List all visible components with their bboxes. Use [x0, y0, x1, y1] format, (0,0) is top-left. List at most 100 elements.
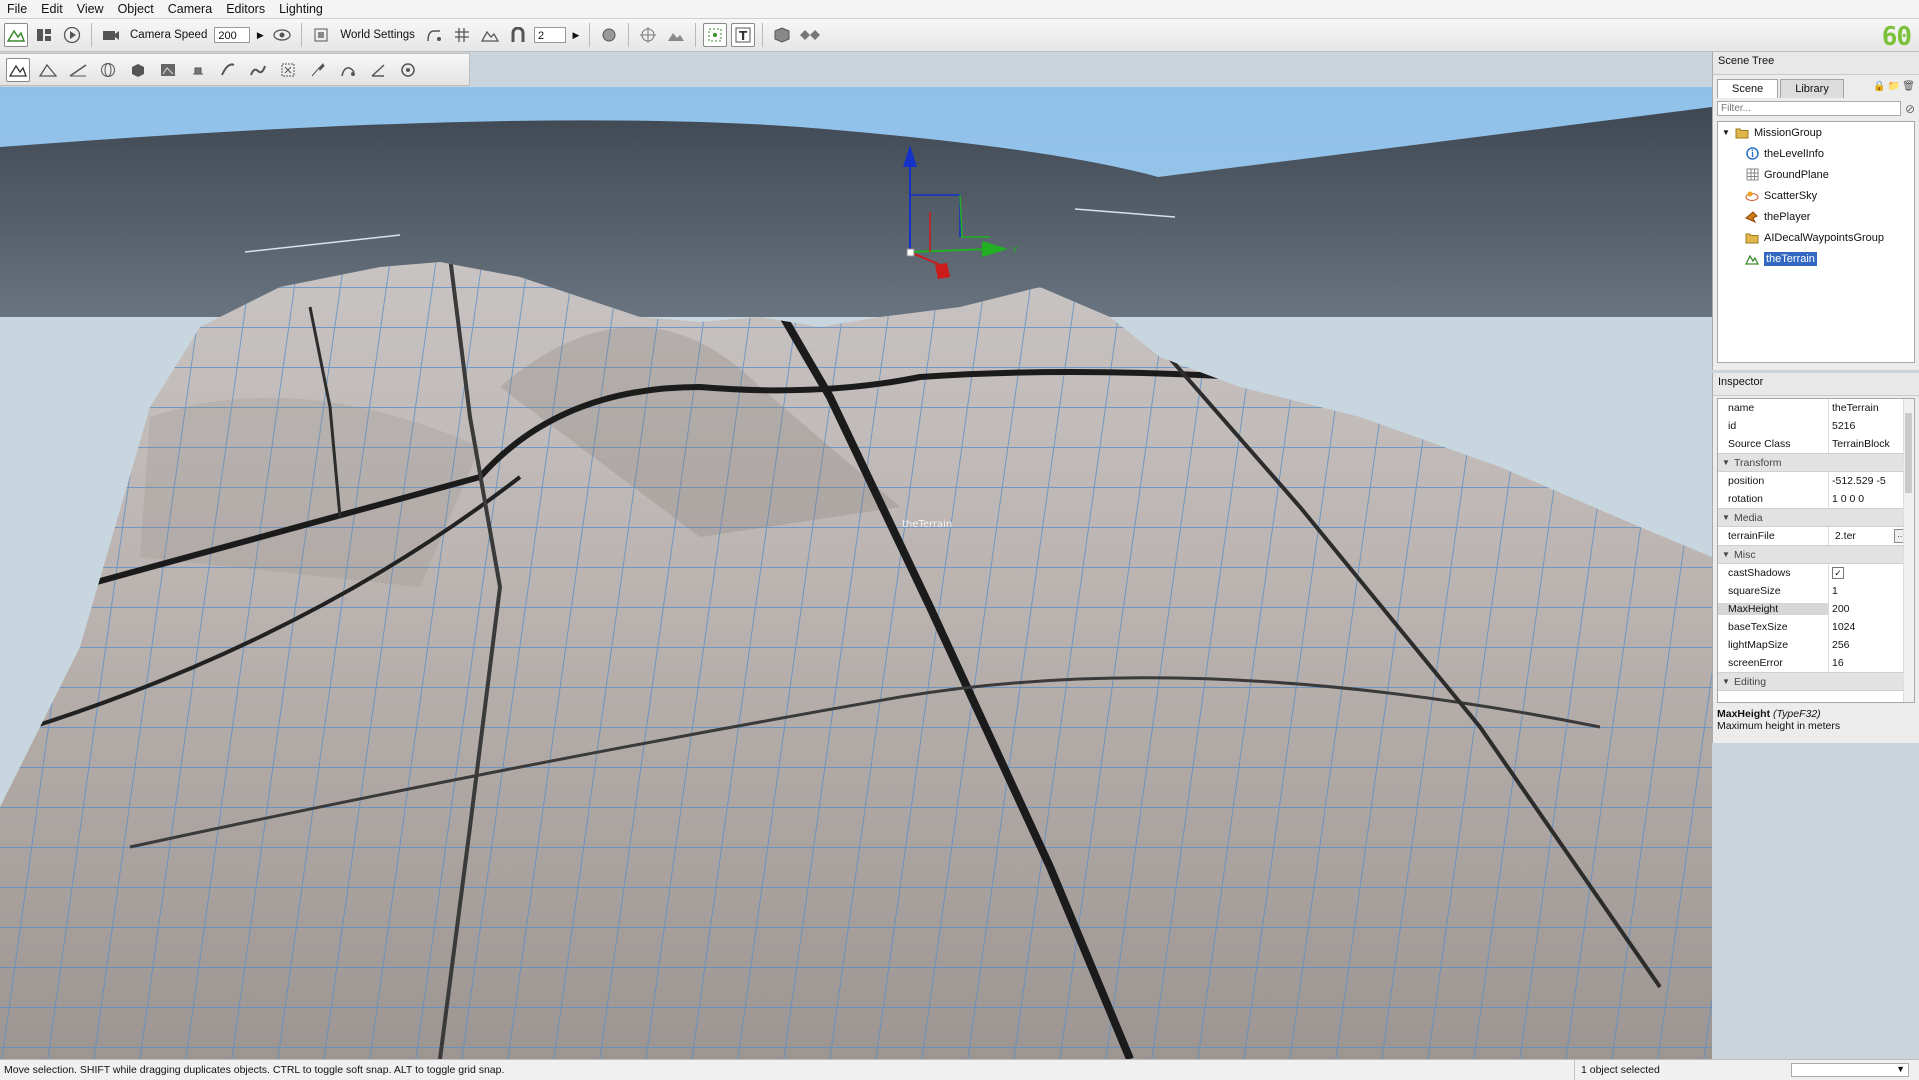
section-media[interactable]: ▼ Media — [1718, 508, 1914, 527]
menu-edit[interactable]: Edit — [34, 0, 70, 18]
play-game-icon[interactable] — [60, 23, 84, 47]
section-misc[interactable]: ▼ Misc — [1718, 545, 1914, 564]
gui-editor-icon[interactable] — [32, 23, 56, 47]
property-row[interactable]: Source Class TerrainBlock — [1718, 435, 1914, 453]
paint-hole-icon[interactable] — [306, 58, 330, 82]
terrain-icon — [1744, 252, 1760, 266]
collapse-arrow-icon[interactable]: ▼ — [1718, 458, 1734, 467]
toolbar-divider — [91, 23, 92, 47]
scrollbar-thumb[interactable] — [1905, 413, 1912, 493]
property-row[interactable]: rotation 1 0 0 0 — [1718, 490, 1914, 508]
menu-object[interactable]: Object — [111, 0, 161, 18]
light-map-size-field[interactable]: 256▲▼ — [1828, 636, 1914, 654]
snap-size-input[interactable]: 2 — [533, 27, 566, 43]
align-bounds-icon[interactable] — [636, 23, 660, 47]
scene-filter-input[interactable] — [1717, 101, 1901, 116]
property-row[interactable]: squareSize 1 — [1718, 582, 1914, 600]
tree-item-missiongroup[interactable]: ▼ MissionGroup — [1718, 122, 1914, 143]
property-row[interactable]: baseTexSize 1024▲▼ — [1718, 618, 1914, 636]
tree-item-thelevelinfo[interactable]: theLevelInfo — [1718, 143, 1914, 164]
property-row[interactable]: castShadows ✓ — [1718, 564, 1914, 582]
set-height-icon[interactable] — [276, 58, 300, 82]
lock-icon[interactable]: 🔒 — [1873, 81, 1885, 92]
scene-tree[interactable]: ▼ MissionGroup theLevelInfo GroundPlane Scat… — [1717, 121, 1915, 363]
object-library-icon[interactable] — [770, 23, 794, 47]
property-value[interactable]: 1 — [1828, 582, 1914, 600]
align-terrain-icon[interactable] — [664, 23, 688, 47]
property-row-selected[interactable]: MaxHeight 200 — [1718, 600, 1914, 618]
property-row[interactable]: id 5216 — [1718, 417, 1914, 435]
inspector-scrollbar[interactable] — [1903, 399, 1914, 702]
menu-view[interactable]: View — [70, 0, 111, 18]
tree-expand-arrow-icon[interactable]: ▼ — [1722, 128, 1734, 137]
property-row[interactable]: terrainFile 2.ter… — [1718, 527, 1914, 545]
max-height-field[interactable]: 200 — [1828, 600, 1914, 618]
lighting-icon[interactable] — [597, 23, 621, 47]
tree-item-groundplane[interactable]: GroundPlane — [1718, 164, 1914, 185]
tree-item-theplayer[interactable]: thePlayer — [1718, 206, 1914, 227]
tree-actions: 🔒 📁 🗑 — [1873, 81, 1915, 92]
terrain-snap-icon[interactable] — [478, 23, 502, 47]
grid-snap-icon[interactable] — [450, 23, 474, 47]
menu-camera[interactable]: Camera — [161, 0, 219, 18]
slope-brush-icon[interactable] — [66, 58, 90, 82]
world-settings-label[interactable]: World Settings — [337, 29, 418, 41]
collapse-arrow-icon[interactable]: ▼ — [1718, 513, 1734, 522]
position-field[interactable]: -512.529 -5 — [1828, 472, 1914, 490]
erosion-icon[interactable] — [336, 58, 360, 82]
screen-error-field[interactable]: 16▲▼ — [1828, 654, 1914, 672]
property-row[interactable]: lightMapSize 256▲▼ — [1718, 636, 1914, 654]
object-snap-icon[interactable] — [422, 23, 446, 47]
tree-item-aidecalwaypointsgroup[interactable]: AIDecalWaypointsGroup — [1718, 227, 1914, 248]
delete-icon[interactable]: 🗑 — [1902, 81, 1915, 92]
menu-file[interactable]: File — [0, 0, 34, 18]
property-row[interactable]: screenError 16▲▼ — [1718, 654, 1914, 672]
world-editor-icon[interactable] — [4, 23, 28, 47]
base-tex-size-field[interactable]: 1024▲▼ — [1828, 618, 1914, 636]
tab-library[interactable]: Library — [1780, 79, 1844, 98]
inspector-title: Inspector — [1713, 373, 1919, 396]
screenshot-icon[interactable] — [309, 23, 333, 47]
raise-height-icon[interactable] — [36, 58, 60, 82]
new-folder-icon[interactable]: 📁 — [1888, 81, 1900, 92]
magnet-snap-icon[interactable] — [506, 23, 530, 47]
menu-lighting[interactable]: Lighting — [272, 0, 330, 18]
clear-filter-icon[interactable]: ⊘ — [1905, 102, 1915, 116]
collapse-arrow-icon[interactable]: ▼ — [1718, 550, 1734, 559]
viewport-scene[interactable]: Y theTerrain — [0, 87, 1712, 1059]
property-grid[interactable]: name theTerrain id 5216 Source Class Ter… — [1717, 398, 1915, 703]
selection-center-icon[interactable] — [702, 23, 727, 47]
camera-speed-arrow-icon[interactable]: ▶ — [254, 30, 266, 41]
menu-editors[interactable]: Editors — [219, 0, 272, 18]
terrain-editor-icon[interactable] — [6, 57, 30, 82]
sphere-brush-icon[interactable] — [96, 58, 120, 82]
cube-brush-icon[interactable] — [126, 58, 150, 82]
tree-item-theterrain[interactable]: theTerrain — [1718, 248, 1914, 269]
3d-viewport[interactable]: Y theTerrain — [0, 87, 1712, 1059]
camera-speed-input[interactable]: 200 — [214, 27, 251, 43]
visibility-eye-icon[interactable] — [270, 23, 294, 47]
status-dropdown[interactable]: ▼ — [1791, 1063, 1909, 1077]
text-labels-icon[interactable]: T — [730, 23, 755, 47]
property-value[interactable]: theTerrain — [1828, 399, 1914, 417]
camera-icon[interactable] — [99, 23, 123, 47]
property-row[interactable]: position -512.529 -5 — [1718, 472, 1914, 490]
section-transform[interactable]: ▼ Transform — [1718, 453, 1914, 472]
flatten-icon[interactable] — [186, 58, 210, 82]
section-editing[interactable]: ▼ Editing — [1718, 672, 1914, 691]
slope-adjust-icon[interactable] — [366, 58, 390, 82]
property-row[interactable]: name theTerrain — [1718, 399, 1914, 417]
desc-field-type: (TypeF32) — [1773, 708, 1821, 720]
tab-scene[interactable]: Scene — [1717, 79, 1779, 98]
sketch-tool-icon[interactable] — [798, 23, 822, 47]
snap-size-arrow-icon[interactable]: ▶ — [570, 30, 582, 41]
terrain-settings-icon[interactable] — [396, 58, 420, 82]
cast-shadows-checkbox[interactable]: ✓ — [1832, 567, 1844, 580]
tree-item-scattersky[interactable]: ScatterSky — [1718, 185, 1914, 206]
rotation-field[interactable]: 1 0 0 0 — [1828, 490, 1914, 508]
noise-icon[interactable] — [246, 58, 270, 82]
terrain-file-field[interactable]: 2.ter… — [1828, 527, 1914, 545]
smooth-icon[interactable] — [216, 58, 240, 82]
collapse-arrow-icon[interactable]: ▼ — [1718, 677, 1734, 686]
clear-terrain-icon[interactable] — [156, 58, 180, 82]
